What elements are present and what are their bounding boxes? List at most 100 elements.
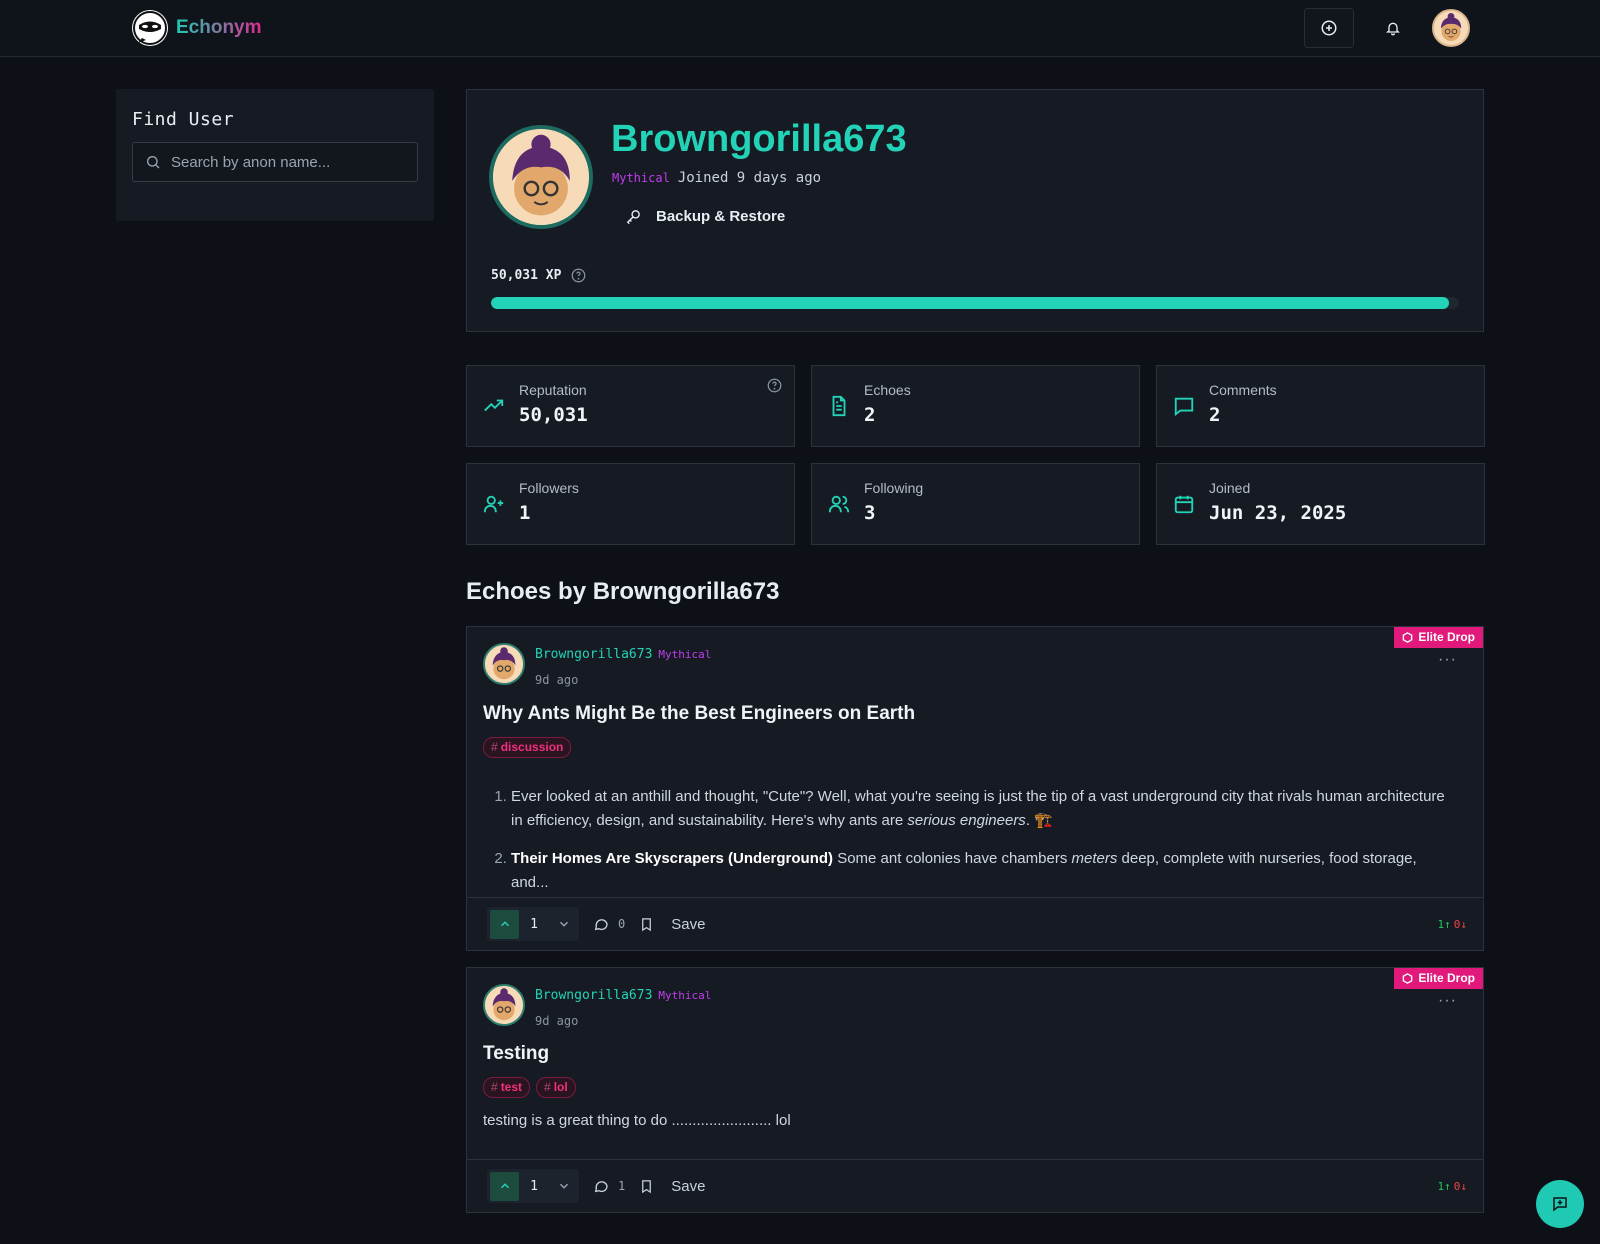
- stat-echoes: Echoes 2: [811, 365, 1140, 447]
- stat-label: Following: [864, 480, 924, 496]
- xp-label: 50,031 XP: [491, 268, 562, 283]
- save-button[interactable]: Save: [639, 1178, 705, 1195]
- echonym-logo-icon: [132, 10, 168, 46]
- notifications-button[interactable]: [1368, 8, 1418, 48]
- key-icon: [626, 210, 640, 225]
- post-card[interactable]: Elite Drop ··· Browngorilla673 Mythical 9…: [466, 626, 1484, 951]
- tier-badge: Mythical: [658, 989, 712, 1002]
- save-label: Save: [671, 1177, 706, 1195]
- find-user-panel: Find User Search by anon name...: [116, 89, 434, 221]
- top-bar: Echonym: [0, 0, 1600, 57]
- downvote-button[interactable]: [549, 1172, 579, 1201]
- stat-label: Reputation: [519, 382, 587, 398]
- add-circle-icon: [1321, 20, 1337, 36]
- post-author-row: Browngorilla673 Mythical: [535, 988, 711, 1003]
- tag-chip[interactable]: # discussion: [483, 737, 572, 758]
- tag-chip[interactable]: # test: [483, 1077, 531, 1098]
- stat-following: Following 3: [811, 463, 1140, 545]
- post-author[interactable]: Browngorilla673: [535, 647, 652, 662]
- find-user-title: Find User: [132, 109, 235, 130]
- comment-count: 0: [618, 917, 626, 931]
- post-title[interactable]: Testing: [483, 1043, 549, 1065]
- list-item: Their Homes Are Skyscrapers (Underground…: [511, 847, 1453, 895]
- chevron-down-icon: [559, 1183, 569, 1189]
- save-label: Save: [671, 915, 706, 933]
- downvote-button[interactable]: [549, 910, 579, 939]
- chevron-up-icon: [500, 1183, 509, 1189]
- stat-value: 2: [864, 404, 876, 426]
- comment-icon: [594, 1181, 608, 1193]
- trending-up-icon: [484, 399, 504, 412]
- vote-control: 1: [487, 1169, 579, 1203]
- vote-ratio: 1↑ 0↓: [1438, 918, 1468, 931]
- upvote-button[interactable]: [490, 1171, 519, 1201]
- elite-drop-label: Elite Drop: [1418, 630, 1475, 644]
- stat-label: Echoes: [864, 382, 911, 398]
- post-author[interactable]: Browngorilla673: [535, 988, 652, 1003]
- stat-value: 2: [1209, 404, 1221, 426]
- help-icon[interactable]: [571, 268, 586, 283]
- bookmark-icon: [642, 917, 652, 931]
- app-name: Echonym: [176, 17, 262, 38]
- avatar: [1434, 11, 1468, 45]
- ratio-up: 1↑: [1437, 1179, 1451, 1193]
- chevron-down-icon: [559, 921, 569, 927]
- backup-restore-label: Backup & Restore: [656, 208, 786, 225]
- user-plus-icon: [483, 495, 504, 513]
- stat-value: 1: [519, 502, 531, 524]
- comments-button[interactable]: 1: [593, 1178, 625, 1194]
- post-footer: 1 0 Save 1↑ 0↓: [467, 897, 1483, 950]
- stat-label: Joined: [1209, 480, 1251, 496]
- bookmark-icon: [642, 1179, 652, 1193]
- more-options-button[interactable]: ···: [1438, 992, 1457, 1010]
- post-body: testing is a great thing to do .........…: [483, 1112, 791, 1129]
- save-button[interactable]: Save: [639, 916, 705, 933]
- user-avatar-button[interactable]: [1432, 9, 1470, 47]
- hexagon-icon: [1403, 631, 1413, 643]
- tag-chip[interactable]: # lol: [536, 1077, 576, 1098]
- xp-row: 50,031 XP: [491, 268, 586, 283]
- tag-list: # test # lol: [483, 1077, 576, 1098]
- chat-plus-icon: [1553, 1197, 1567, 1212]
- create-button[interactable]: [1304, 8, 1354, 48]
- post-title[interactable]: Why Ants Might Be the Best Engineers on …: [483, 703, 915, 725]
- post-avatar[interactable]: [483, 984, 525, 1026]
- chat-fab-button[interactable]: [1536, 1180, 1584, 1228]
- search-icon: [147, 156, 160, 169]
- backup-restore-button[interactable]: Backup & Restore: [625, 208, 785, 225]
- comments-button[interactable]: 0: [593, 916, 625, 932]
- users-icon: [828, 495, 850, 513]
- section-title: Echoes by Browngorilla673: [466, 578, 780, 605]
- stat-followers: Followers 1: [466, 463, 795, 545]
- ratio-down: 0↓: [1453, 917, 1467, 931]
- stat-value: Jun 23, 2025: [1209, 502, 1347, 524]
- bell-icon: [1386, 22, 1400, 36]
- elite-drop-badge: Elite Drop: [1394, 968, 1483, 989]
- hexagon-icon: [1403, 972, 1413, 984]
- post-card[interactable]: Elite Drop ··· Browngorilla673 Mythical 9…: [466, 967, 1484, 1213]
- message-icon: [1174, 397, 1194, 417]
- post-avatar[interactable]: [483, 643, 525, 685]
- upvote-button[interactable]: [490, 909, 519, 939]
- list-item: Ever looked at an anthill and thought, "…: [511, 785, 1453, 833]
- stat-value: 50,031: [519, 404, 588, 426]
- stat-label: Comments: [1209, 382, 1277, 398]
- profile-username: Browngorilla673: [611, 118, 907, 160]
- profile-card: Browngorilla673 Mythical Joined 9 days a…: [466, 89, 1484, 332]
- brand[interactable]: Echonym: [132, 10, 262, 46]
- ratio-down: 0↓: [1453, 1179, 1467, 1193]
- stats-grid: Reputation 50,031 Echoes 2 Comments 2 Fo…: [466, 365, 1485, 545]
- vote-control: 1: [487, 907, 579, 941]
- vote-count: 1: [530, 1178, 538, 1194]
- search-input[interactable]: Search by anon name...: [132, 142, 418, 182]
- stat-joined: Joined Jun 23, 2025: [1156, 463, 1485, 545]
- post-time: 9d ago: [535, 1014, 579, 1028]
- ratio-up: 1↑: [1437, 917, 1451, 931]
- post-body: Ever looked at an anthill and thought, "…: [483, 785, 1453, 909]
- comment-count: 1: [618, 1179, 626, 1193]
- profile-meta: Mythical Joined 9 days ago: [612, 170, 821, 186]
- xp-progress-bar: [491, 297, 1459, 309]
- more-options-button[interactable]: ···: [1438, 651, 1457, 669]
- post-time: 9d ago: [535, 673, 579, 687]
- help-icon[interactable]: [767, 378, 782, 393]
